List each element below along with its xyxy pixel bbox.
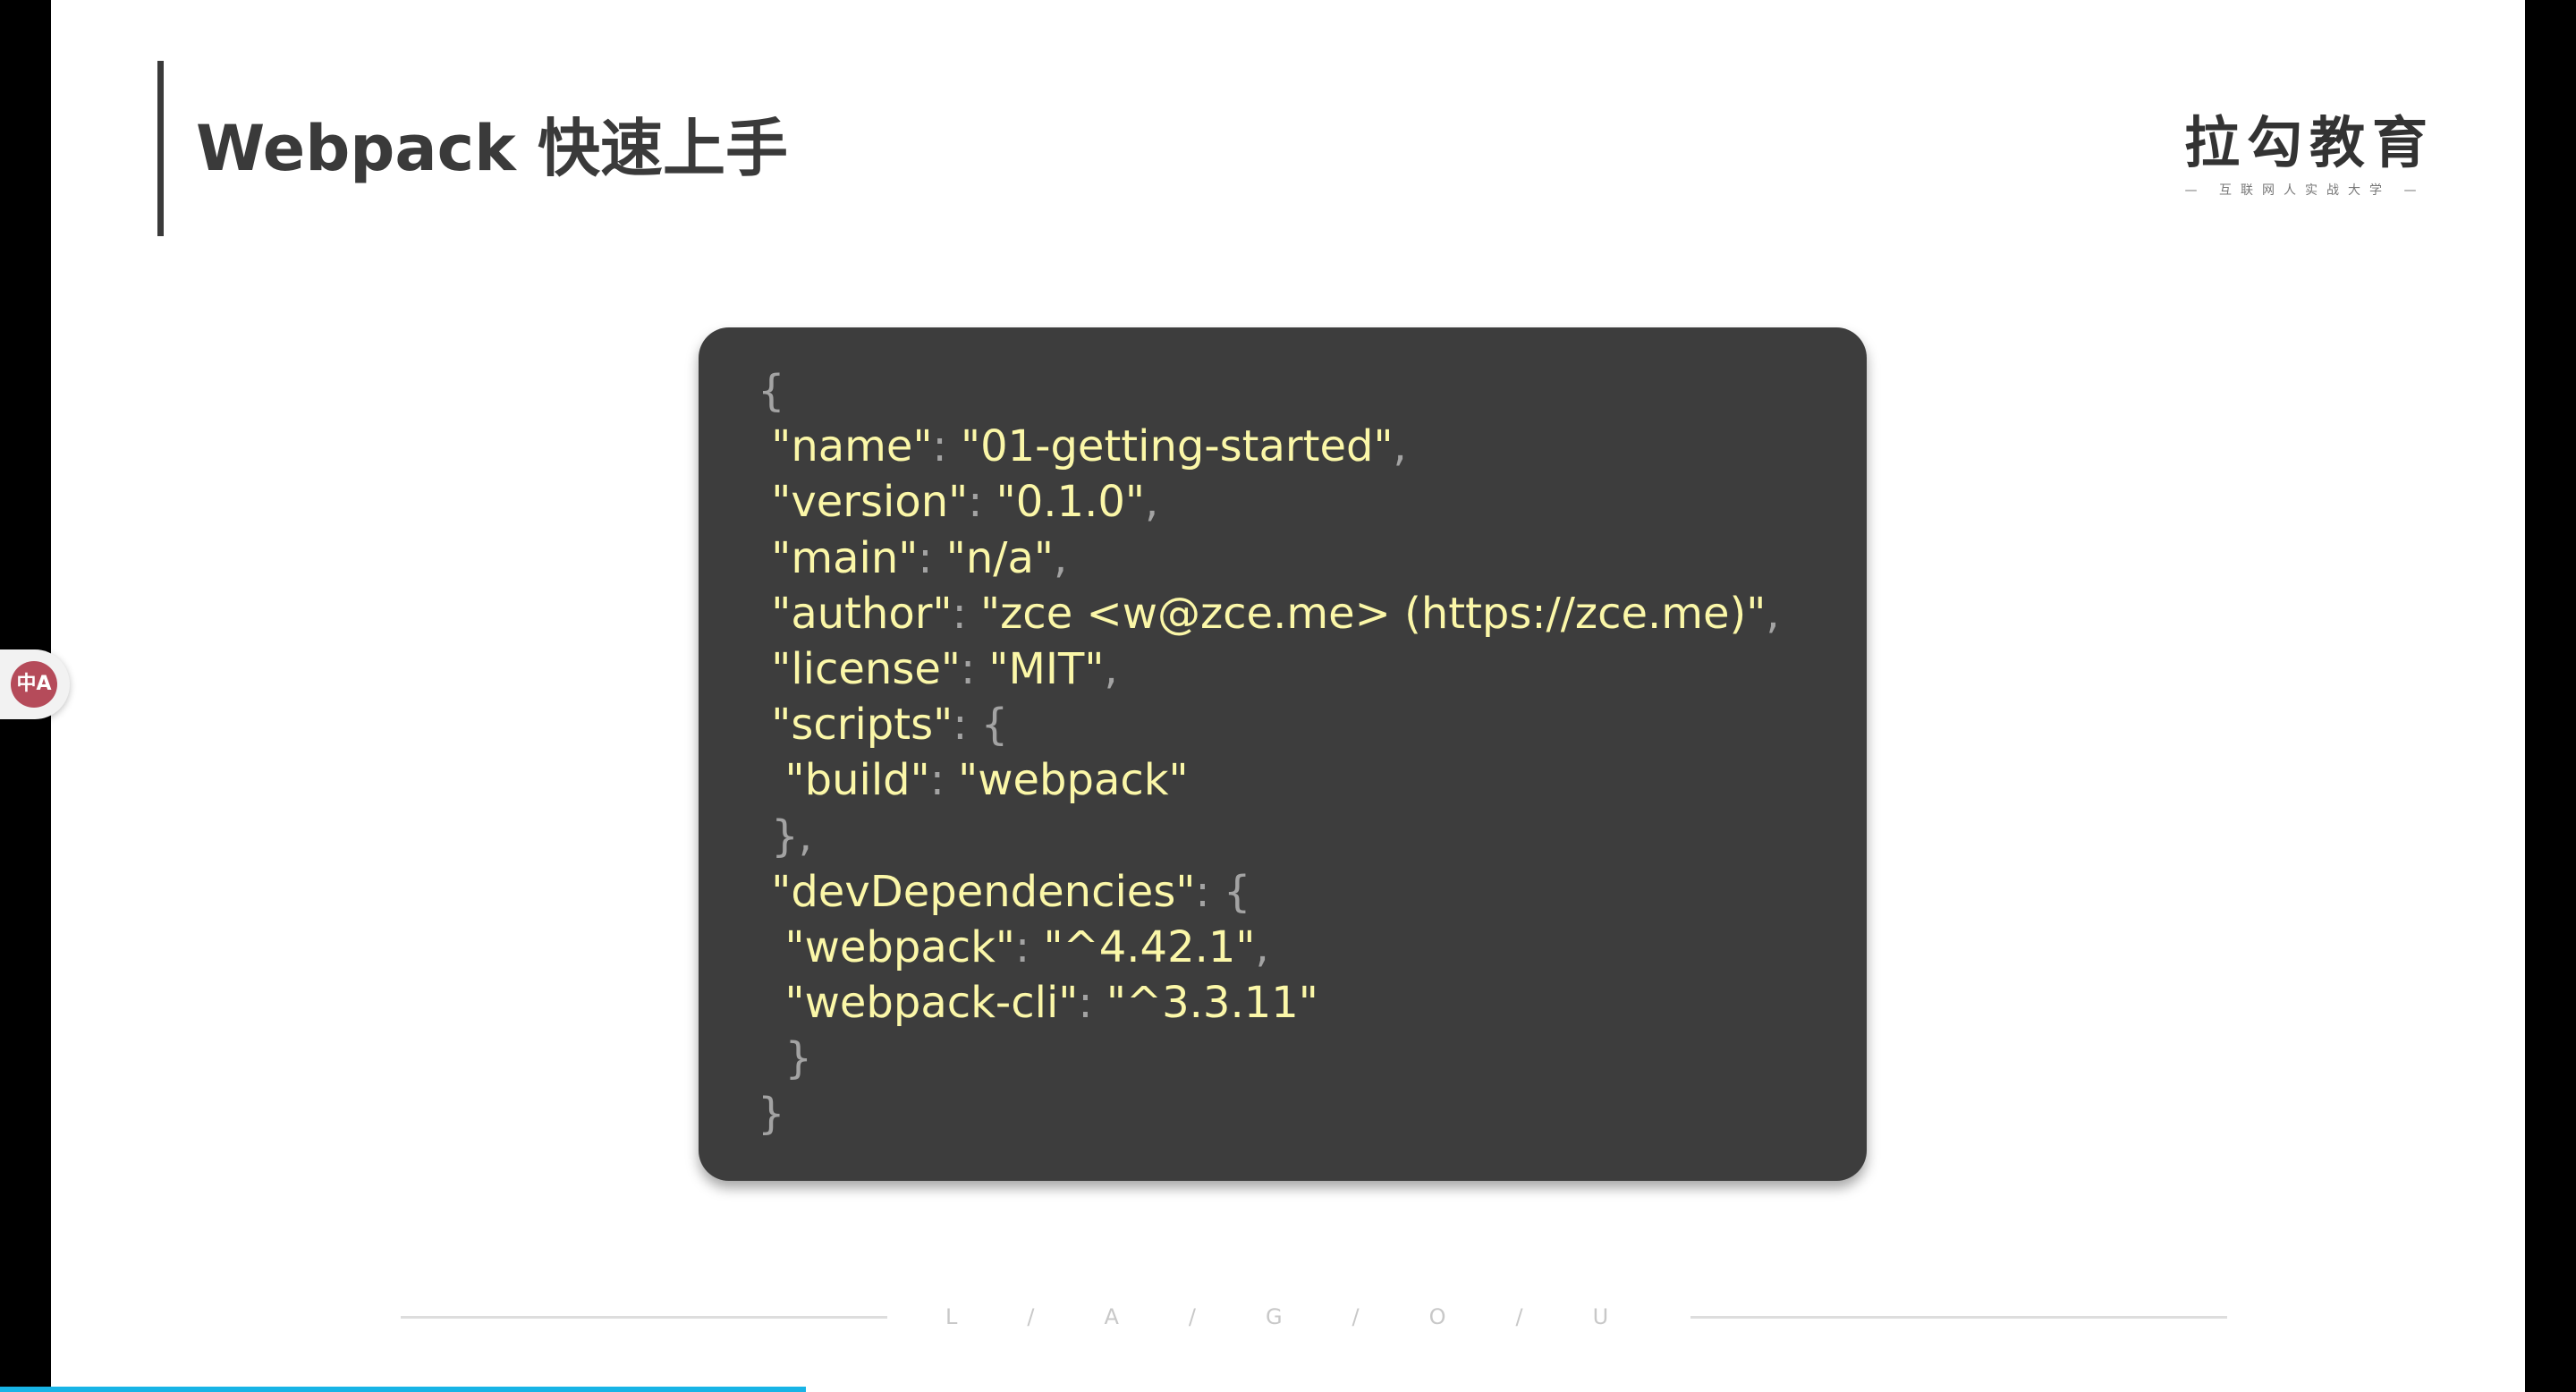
footer-divider-left xyxy=(401,1316,887,1319)
code-token-key: "license" xyxy=(758,643,961,694)
code-token-punct: : xyxy=(932,421,961,472)
footer-brand: L/A/G/O/U xyxy=(945,1304,1679,1329)
code-token-key: "webpack-cli" xyxy=(758,978,1079,1029)
code-token-key: "name" xyxy=(758,421,933,472)
code-token-punct: : xyxy=(952,588,981,639)
code-line: "license": "MIT", xyxy=(758,641,1780,697)
code-token-key: "scripts" xyxy=(758,700,953,751)
code-token-punct: : xyxy=(1078,978,1106,1029)
code-token-punct: } xyxy=(758,1033,813,1084)
brand-logo: 拉勾教育 — 互联网人实战大学 — xyxy=(2184,107,2436,206)
code-token-str: "MIT" xyxy=(988,643,1105,694)
code-line: "main": "n/a", xyxy=(758,530,1780,586)
translate-icon: 中A xyxy=(11,661,57,708)
code-token-punct: , xyxy=(1104,643,1118,694)
code-token-punct: }, xyxy=(758,811,813,862)
video-progress-fill xyxy=(0,1387,807,1392)
code-token-str: "n/a" xyxy=(945,532,1054,583)
code-line: { xyxy=(758,363,1780,419)
code-line: "scripts": { xyxy=(758,697,1780,752)
code-line: } xyxy=(758,1031,1780,1086)
translate-extension-button[interactable]: 中A xyxy=(0,649,70,719)
code-token-punct: : { xyxy=(953,700,1009,751)
code-block: { "name": "01-getting-started", "version… xyxy=(758,363,1780,1142)
code-token-key: "build" xyxy=(758,755,930,806)
code-token-str: "01-getting-started" xyxy=(960,421,1394,472)
brand-slogan: — 互联网人实战大学 — xyxy=(2184,183,2426,198)
code-token-punct: : xyxy=(968,477,996,528)
code-line: "author": "zce <w@zce.me> (https://zce.m… xyxy=(758,586,1780,641)
code-token-key: "devDependencies" xyxy=(758,866,1196,917)
code-card: { "name": "01-getting-started", "version… xyxy=(699,327,1867,1181)
code-line: "version": "0.1.0", xyxy=(758,474,1780,530)
code-line: "webpack": "^4.42.1", xyxy=(758,920,1780,975)
code-token-punct: , xyxy=(1766,588,1780,639)
code-token-str: "webpack" xyxy=(958,755,1189,806)
code-line: } xyxy=(758,1086,1780,1142)
page-title: Webpack 快速上手 xyxy=(196,112,789,185)
code-token-punct: : xyxy=(918,532,946,583)
code-token-str: "0.1.0" xyxy=(996,477,1145,528)
code-line: }, xyxy=(758,809,1780,864)
code-token-punct: , xyxy=(1393,421,1407,472)
slide: Webpack 快速上手 拉勾教育 — 互联网人实战大学 — { "name":… xyxy=(51,0,2525,1392)
code-token-punct: { xyxy=(758,366,785,416)
code-token-str: "^3.3.11" xyxy=(1106,978,1318,1029)
video-viewport: Webpack 快速上手 拉勾教育 — 互联网人实战大学 — { "name":… xyxy=(0,0,2576,1392)
code-token-punct: : xyxy=(960,643,989,694)
code-token-punct: : { xyxy=(1195,866,1251,917)
code-token-key: "author" xyxy=(758,588,953,639)
code-token-punct: , xyxy=(1144,477,1159,528)
code-token-punct: : xyxy=(1015,921,1044,972)
code-token-punct: , xyxy=(1255,921,1269,972)
code-line: "webpack-cli": "^3.3.11" xyxy=(758,975,1780,1031)
code-line: "devDependencies": { xyxy=(758,864,1780,920)
title-accent-bar xyxy=(157,61,164,236)
code-token-key: "version" xyxy=(758,477,969,528)
code-token-punct: , xyxy=(1053,532,1068,583)
code-token-punct: : xyxy=(929,755,959,806)
code-token-str: "^4.42.1" xyxy=(1043,921,1256,972)
code-token-punct: } xyxy=(758,1089,785,1140)
brand-name: 拉勾教育 xyxy=(2184,110,2436,175)
code-token-key: "main" xyxy=(758,532,919,583)
code-token-key: "webpack" xyxy=(758,921,1015,972)
code-line: "build": "webpack" xyxy=(758,752,1780,808)
video-progress-bar[interactable] xyxy=(0,1387,2576,1392)
footer-divider-right xyxy=(1690,1316,2227,1319)
code-line: "name": "01-getting-started", xyxy=(758,419,1780,474)
code-token-str: "zce <w@zce.me> (https://zce.me)" xyxy=(980,588,1767,639)
